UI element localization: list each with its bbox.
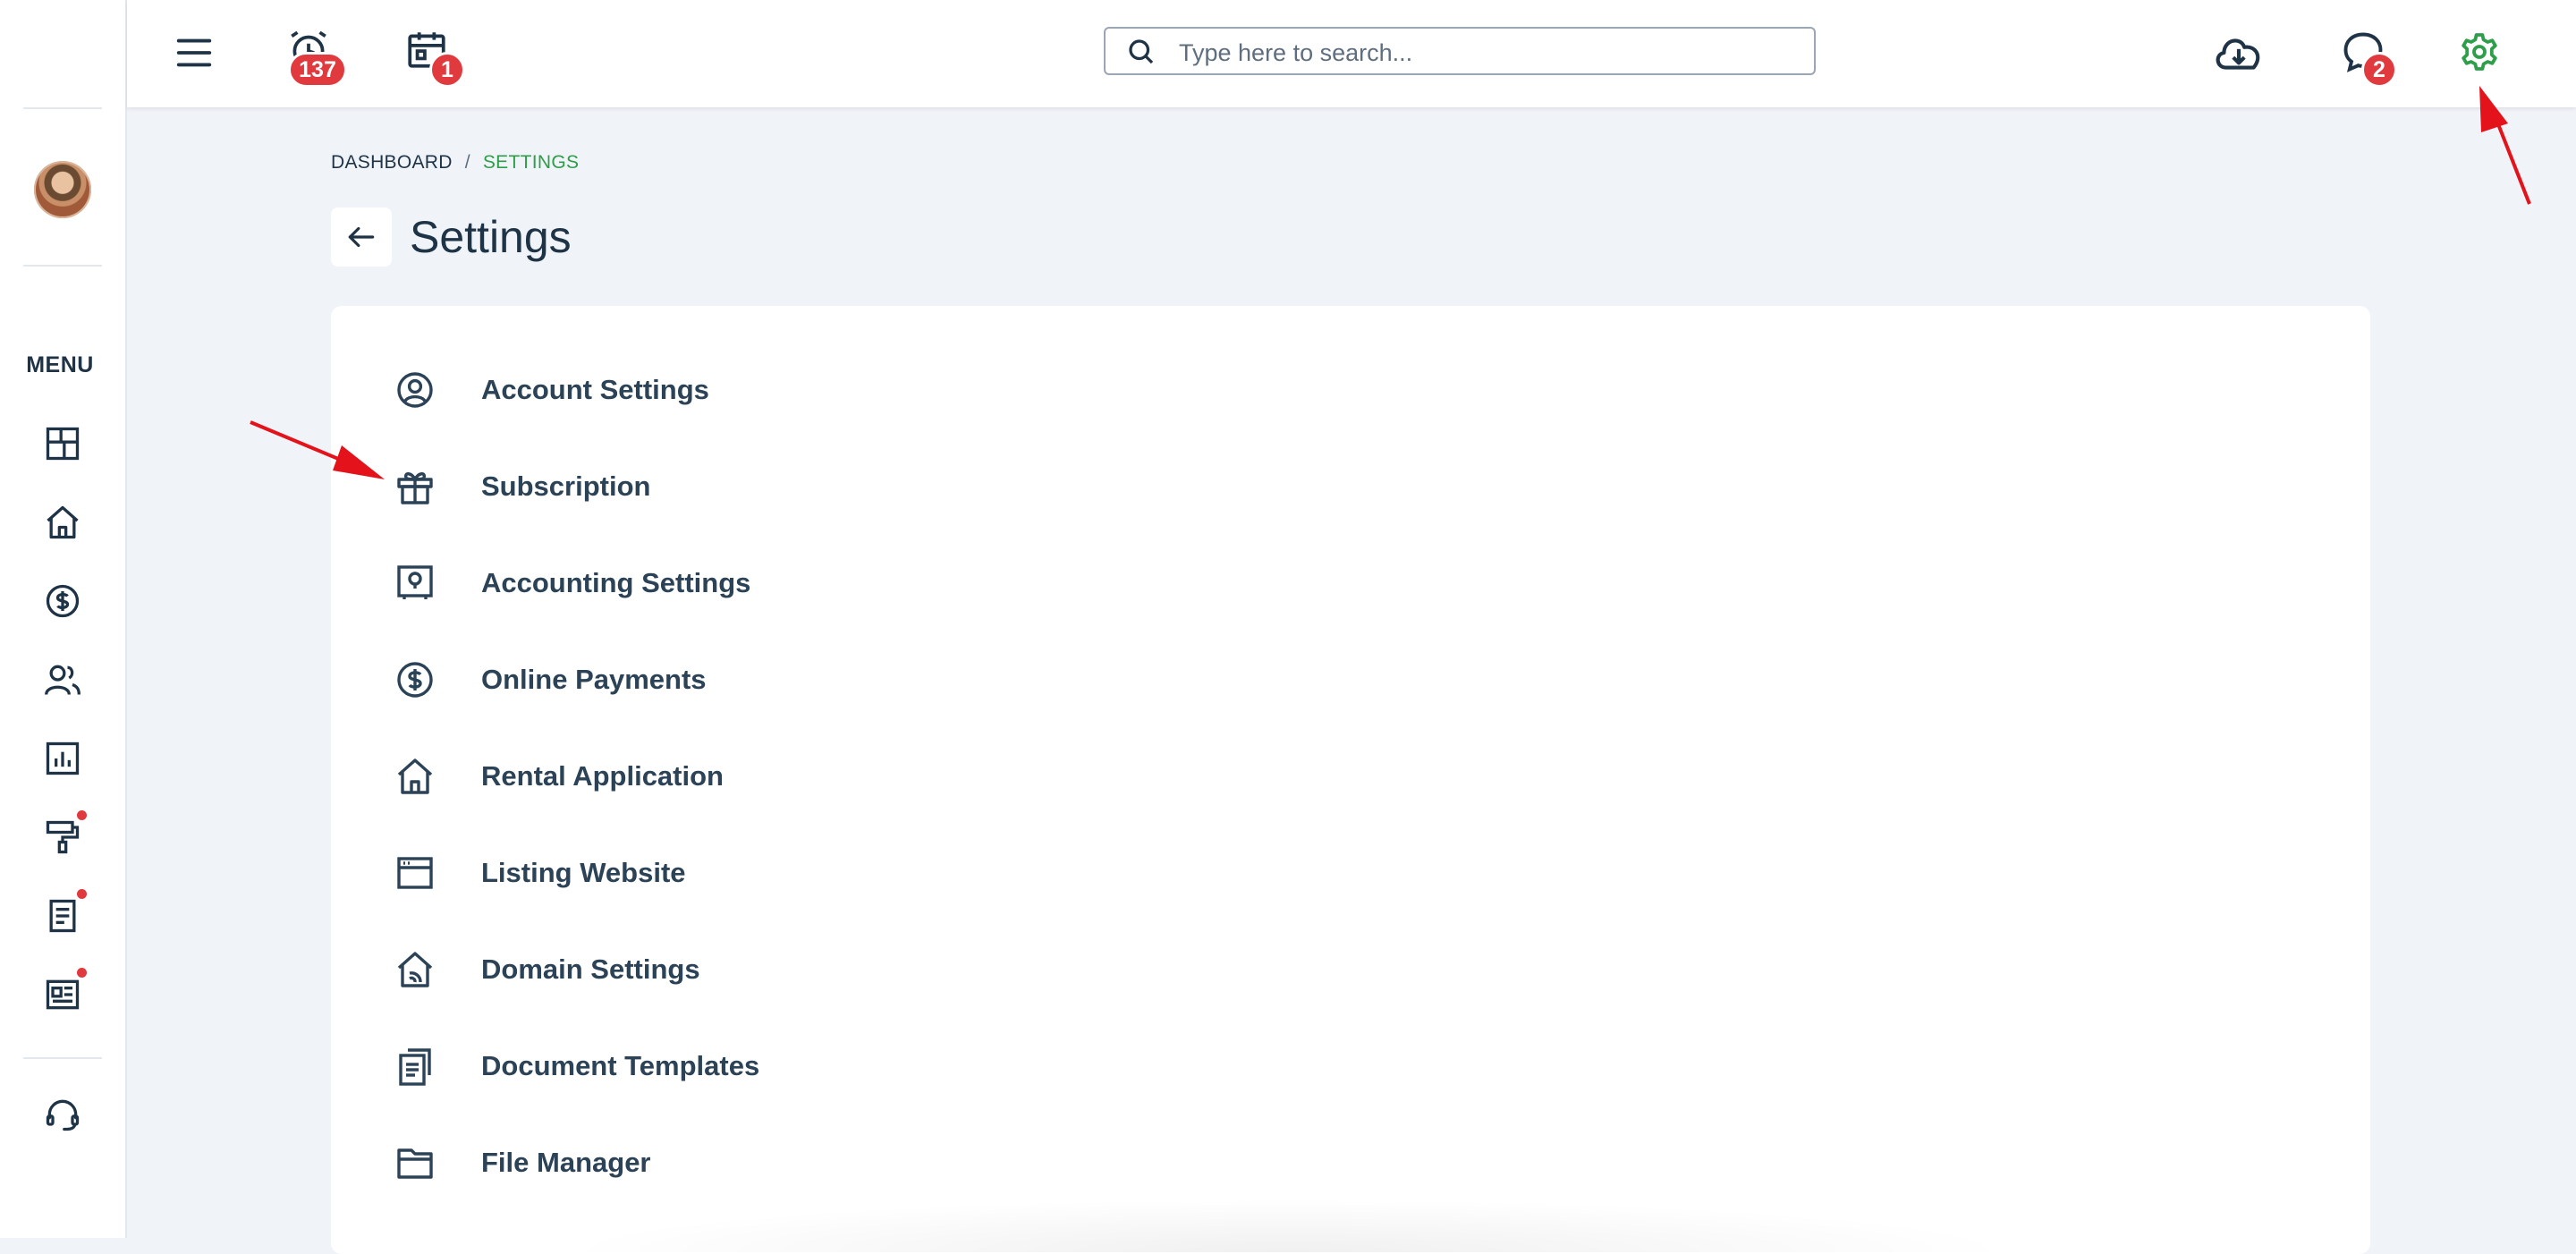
breadcrumb-dashboard-link[interactable]: DASHBOARD xyxy=(331,152,453,173)
dollar-icon[interactable] xyxy=(43,581,82,621)
alarm-badge: 137 xyxy=(288,52,347,88)
breadcrumb-separator: / xyxy=(464,152,470,173)
settings-item-label: File Manager xyxy=(481,1147,651,1178)
headset-icon[interactable] xyxy=(43,1095,82,1134)
news-card-icon[interactable] xyxy=(43,975,82,1014)
hamburger-menu-icon[interactable] xyxy=(174,32,215,73)
settings-item-label: Subscription xyxy=(481,470,651,502)
settings-item-label: Rental Application xyxy=(481,760,724,792)
settings-item-document-templates[interactable]: Document Templates xyxy=(394,1039,1199,1093)
report-chart-icon[interactable] xyxy=(43,739,82,778)
house-wifi-icon xyxy=(394,948,436,991)
document-icon[interactable] xyxy=(43,896,82,936)
settings-item-rental-application[interactable]: Rental Application xyxy=(394,750,1199,803)
top-bar: 137 1 2 xyxy=(127,0,2576,107)
breadcrumb-current: SETTINGS xyxy=(482,152,580,173)
browser-window-icon xyxy=(394,852,436,894)
gift-icon xyxy=(394,465,436,508)
people-icon[interactable] xyxy=(43,660,82,699)
user-circle-icon xyxy=(394,369,436,411)
safe-icon xyxy=(394,562,436,605)
settings-item-account[interactable]: Account Settings xyxy=(394,363,1199,417)
settings-item-domain[interactable]: Domain Settings xyxy=(394,943,1199,996)
dollar-circle-icon xyxy=(394,658,436,701)
menu-label: MENU xyxy=(26,352,94,377)
avatar[interactable] xyxy=(34,161,91,218)
settings-card: Account Settings Subscription Accounting… xyxy=(331,306,2370,1254)
dashboard-icon[interactable] xyxy=(43,424,82,463)
settings-item-label: Document Templates xyxy=(481,1050,760,1081)
settings-item-listing-website[interactable]: Listing Website xyxy=(394,846,1199,900)
sidebar-divider xyxy=(23,107,102,109)
breadcrumb: DASHBOARD / SETTINGS xyxy=(331,152,579,174)
settings-item-label: Online Payments xyxy=(481,664,707,695)
messages-badge: 2 xyxy=(2361,52,2397,88)
annotation-arrow-icon xyxy=(250,420,385,479)
settings-item-label: Listing Website xyxy=(481,857,686,888)
calendar-badge: 1 xyxy=(429,52,465,88)
sidebar-divider xyxy=(23,265,102,267)
page-title: Settings xyxy=(410,212,572,262)
sidebar-divider xyxy=(23,1057,102,1059)
sidebar: MENU xyxy=(0,0,127,1238)
notification-dot xyxy=(77,810,87,820)
paint-roller-icon[interactable] xyxy=(43,818,82,857)
settings-item-label: Accounting Settings xyxy=(481,567,751,598)
search-icon xyxy=(1129,39,1154,64)
documents-icon xyxy=(394,1045,436,1088)
settings-item-label: Domain Settings xyxy=(481,953,700,985)
folder-icon xyxy=(394,1141,436,1184)
cloud-download-icon[interactable] xyxy=(2213,29,2265,77)
notification-dot xyxy=(77,889,87,899)
home-icon[interactable] xyxy=(43,503,82,542)
scroll-shadow xyxy=(555,1199,2021,1252)
search-box[interactable] xyxy=(1104,27,1816,75)
house-icon xyxy=(394,755,436,798)
arrow-left-icon xyxy=(348,226,375,248)
gear-icon[interactable] xyxy=(2458,30,2501,73)
settings-item-online-payments[interactable]: Online Payments xyxy=(394,653,1199,707)
annotation-arrow-icon xyxy=(2479,86,2531,205)
settings-item-file-manager[interactable]: File Manager xyxy=(394,1136,1199,1190)
back-button[interactable] xyxy=(331,208,392,267)
notification-dot xyxy=(77,968,87,978)
search-input[interactable] xyxy=(1177,36,1798,70)
settings-item-accounting[interactable]: Accounting Settings xyxy=(394,556,1199,610)
settings-item-label: Account Settings xyxy=(481,374,709,405)
settings-item-subscription[interactable]: Subscription xyxy=(394,460,1199,513)
